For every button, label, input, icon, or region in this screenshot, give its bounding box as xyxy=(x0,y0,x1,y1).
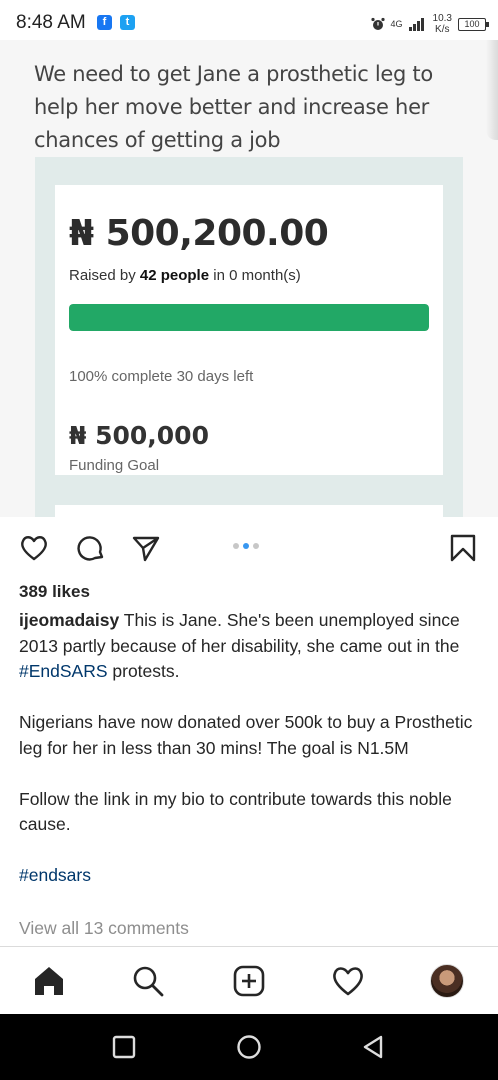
scroll-edge xyxy=(486,40,498,140)
raised-amount: ₦ 500,200.00 xyxy=(69,213,329,254)
share-icon[interactable] xyxy=(131,533,161,563)
comment-icon[interactable] xyxy=(76,533,106,563)
post-image[interactable]: We need to get Jane a prosthetic leg to … xyxy=(0,40,498,517)
facebook-notification-icon: f xyxy=(97,15,112,30)
profile-avatar[interactable] xyxy=(430,964,464,998)
activity-icon[interactable] xyxy=(331,964,365,998)
carousel-indicator xyxy=(233,543,259,549)
carousel-dot-active xyxy=(243,543,249,549)
funding-progress-bar xyxy=(69,304,429,331)
status-time: 8:48 AM xyxy=(16,12,86,33)
donor-count: 42 people xyxy=(139,267,210,284)
system-navigation-bar xyxy=(0,1014,498,1080)
home-button-icon[interactable] xyxy=(236,1034,262,1060)
fundraiser-headline: We need to get Jane a prosthetic leg to … xyxy=(34,62,433,152)
signal-icon xyxy=(408,18,424,31)
caption-paragraph: Nigerians have now donated over 500k to … xyxy=(19,712,473,758)
network-speed: 10.3 K/s xyxy=(432,13,452,35)
caption-username[interactable]: ijeomadaisy xyxy=(19,610,119,630)
hashtag-link[interactable]: #endsars xyxy=(19,865,91,885)
carousel-dot xyxy=(233,543,239,549)
likes-count[interactable]: 389 likes xyxy=(19,582,90,602)
hashtag-link[interactable]: #EndSARS xyxy=(19,661,108,681)
goal-label: Funding Goal xyxy=(69,457,160,474)
twitter-notification-icon: t xyxy=(120,15,135,30)
bottom-navigation xyxy=(0,946,498,1014)
back-icon[interactable] xyxy=(360,1034,386,1060)
raised-by-text: Raised by 42 people in 0 month(s) xyxy=(69,267,301,284)
battery-icon: 100 xyxy=(458,17,489,31)
new-post-icon[interactable] xyxy=(232,964,266,998)
fundraiser-card: ₦ 500,200.00 Raised by 42 people in 0 mo… xyxy=(55,185,443,475)
network-type: 4G xyxy=(390,19,403,29)
funding-progress-fill xyxy=(69,304,429,331)
caption-paragraph: Follow the link in my bio to contribute … xyxy=(19,788,452,835)
goal-amount: ₦ 500,000 xyxy=(69,421,209,450)
second-card-edge xyxy=(55,505,443,517)
carousel-dot xyxy=(253,543,259,549)
post-actions xyxy=(0,517,498,577)
status-indicators: 4G 10.3 K/s 100 xyxy=(370,10,489,38)
alarm-icon xyxy=(370,17,385,30)
view-comments-link[interactable]: View all 13 comments xyxy=(19,918,189,939)
home-icon[interactable] xyxy=(32,964,66,998)
caption-paragraph: ijeomadaisy This is Jane. She's been une… xyxy=(19,610,460,681)
heart-icon[interactable] xyxy=(19,533,49,563)
search-icon[interactable] xyxy=(131,964,165,998)
recent-apps-icon[interactable] xyxy=(111,1034,137,1060)
bookmark-icon[interactable] xyxy=(448,533,478,563)
post-caption: ijeomadaisy This is Jane. She's been une… xyxy=(19,608,481,914)
progress-text: 100% complete 30 days left xyxy=(69,368,254,385)
